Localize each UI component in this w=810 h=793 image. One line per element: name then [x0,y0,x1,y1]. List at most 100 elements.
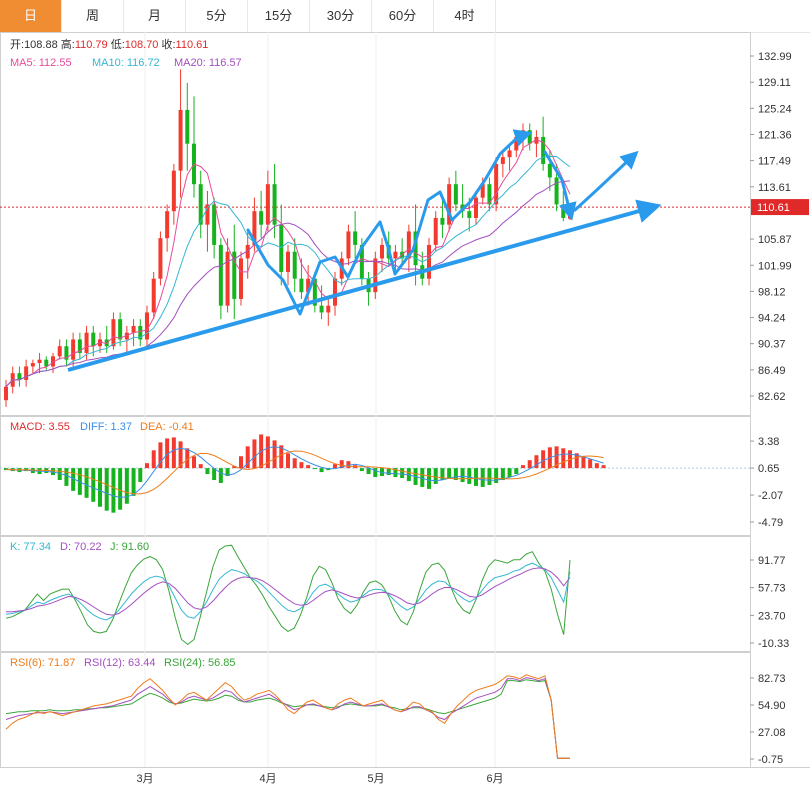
macd-bar [292,458,297,469]
price-axis-label: 125.24 [758,103,792,115]
macd-bar [118,468,123,510]
rsi-axis-label: -0.75 [758,754,783,766]
candle-body [527,130,532,144]
current-price-label: 110.61 [757,202,790,214]
kdj-axis-label: 91.77 [758,555,786,567]
macd-legend-item: MACD: 3.55 [10,421,70,433]
macd-bar [252,439,257,469]
candle-body [393,251,398,259]
ohlc-high: 110.79 [75,39,111,51]
tab-7[interactable]: 60分 [372,0,434,32]
candle-body [353,231,358,245]
macd-bar [319,468,324,473]
candle-body [239,258,243,299]
period-tab-bar: 日周月 5分 15分 30分 60分 4时 [0,0,810,33]
candle-body [151,278,156,313]
macd-bar [467,468,472,484]
macd-axis-label: 3.38 [758,436,779,448]
tab-5[interactable]: 15分 [248,0,310,32]
macd-bar [447,468,452,479]
candle-body [218,244,223,306]
price-axis-label: 129.11 [758,77,791,89]
macd-bar [561,448,566,469]
candle-body [145,312,149,340]
candle-body [212,204,217,245]
price-axis-label: 82.62 [758,391,786,403]
candle-body [37,359,42,364]
tab-8[interactable]: 4时 [434,0,496,32]
d-line [6,567,571,616]
tab-6[interactable]: 30分 [310,0,372,32]
macd-bar [198,464,203,469]
macd-bar [145,463,149,469]
macd-bar [427,468,431,489]
macd-bar [306,465,311,469]
candle-body [4,386,8,401]
macd-bar [171,437,176,469]
macd-bar [131,468,136,496]
macd-bar [151,450,156,469]
wave-path-arrow [246,129,533,316]
ohlc-open-label: 开: [10,39,24,51]
tab-3[interactable]: 月 [124,0,186,32]
kdj-axis-label: -10.33 [758,638,789,650]
candle-body [541,136,546,164]
macd-bar [588,459,593,469]
price-axis-label: 94.24 [758,313,786,325]
candle-body [111,319,116,347]
candle-body [561,204,566,218]
tab-1[interactable]: 日 [0,0,62,32]
rsi-axis-label: 82.73 [758,673,786,685]
candle-body [171,170,176,212]
macd-bar [84,468,89,498]
candle-body [84,332,89,353]
candle-body [547,163,552,178]
macd-bar [373,468,378,478]
k-line [5,562,571,621]
candle-body [467,211,472,218]
ma-legend-item: MA20: 116.57 [174,57,242,69]
price-axis-label: 117.49 [758,156,791,168]
candle-body [427,244,431,279]
stock-chart: 132.99 129.11 125.24 121.36 117.49 113.61 105.… [0,32,810,785]
macd-bar [400,468,405,479]
candle-body [507,150,512,158]
macd-bar [312,468,317,470]
candle-body [91,332,96,347]
macd-bar [64,468,69,486]
candle-body [131,325,136,333]
tab-2[interactable]: 周 [62,0,124,32]
macd-bar [91,468,96,502]
macd-legend-item: DEA: -0.41 [140,421,194,433]
candle-body [24,366,29,380]
tab-4[interactable]: 5分 [186,0,248,32]
macd-bar [218,468,223,483]
rsi12-line [5,677,570,759]
rsi-legend-item: RSI(6): 71.87 [10,657,75,669]
ohlc-open: 108.88 [24,39,61,51]
macd-bar [205,468,210,475]
ohlc-high-label: 高: [61,37,75,51]
macd-legend-item: DIFF: 1.37 [80,421,132,433]
macd-bar [192,456,196,469]
ohlc-close-label: 收: [161,37,175,51]
x-axis-label: 4月 [259,773,276,785]
rsi6-line [5,674,570,759]
macd-bar [124,468,129,504]
price-axis-label: 86.49 [758,365,786,377]
candle-body [259,211,264,225]
macd-bar [104,468,109,511]
macd-bar [507,468,512,478]
candle-body [299,278,304,293]
dea-line [5,450,604,495]
macd-bar [98,468,102,507]
macd-bar [581,456,586,469]
candle-body [286,251,290,272]
macd-bar [480,468,485,487]
rsi24-line [5,679,570,759]
candle-body [178,109,183,171]
candle-body [225,251,230,306]
price-axis-label: 132.99 [758,51,792,63]
candle-body [71,339,76,360]
candle-body [158,238,163,279]
